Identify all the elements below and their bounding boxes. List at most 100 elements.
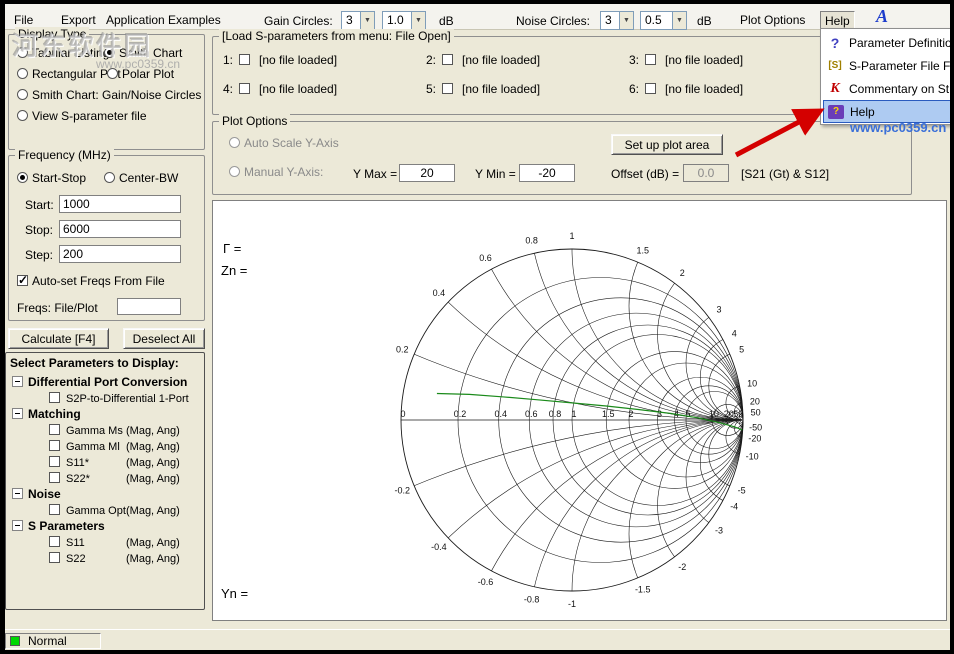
collapse-minus-icon[interactable] — [12, 520, 23, 531]
svg-text:10: 10 — [747, 379, 757, 389]
radio-icon[interactable] — [104, 47, 115, 58]
step-field[interactable] — [59, 245, 181, 263]
radio-icon[interactable] — [104, 172, 115, 183]
radio-label: Center-BW — [119, 171, 178, 185]
tree-group-differential-port-conversion[interactable]: Differential Port Conversion — [6, 375, 204, 390]
chevron-down-icon[interactable]: ▼ — [360, 11, 375, 30]
radio-center-bw[interactable]: Center-BW — [104, 170, 178, 185]
radio-rectangular-plot[interactable]: Rectangular Plot — [17, 66, 121, 81]
collapse-minus-icon[interactable] — [12, 376, 23, 387]
menu-item-application-examples[interactable]: Application Examples — [102, 11, 225, 29]
checkbox-icon[interactable] — [49, 392, 60, 403]
radio-icon[interactable] — [17, 68, 28, 79]
readout-yn: Yn = — [221, 586, 248, 601]
slot-status: [no file loaded] — [462, 53, 540, 67]
radio-icon[interactable] — [17, 47, 28, 58]
tree-item-gamma-opt[interactable]: Gamma Opt (Mag, Ang) — [6, 503, 204, 518]
tree-item-s11-conj[interactable]: S11* (Mag, Ang) — [6, 455, 204, 470]
radio-smith-gain-noise-circles[interactable]: Smith Chart: Gain/Noise Circles — [17, 87, 201, 102]
radio-icon[interactable] — [17, 110, 28, 121]
slot-checkbox[interactable] — [442, 83, 453, 94]
checkbox-icon[interactable] — [17, 275, 28, 286]
slot-checkbox[interactable] — [442, 54, 453, 65]
freqs-file-plot-label: Freqs: File/Plot — [17, 301, 98, 315]
slot-status: [no file loaded] — [665, 82, 743, 96]
tree-item-s22-conj[interactable]: S22* (Mag, Ang) — [6, 471, 204, 486]
slot-checkbox[interactable] — [645, 54, 656, 65]
svg-text:-20: -20 — [748, 433, 761, 443]
chevron-down-icon[interactable]: ▼ — [619, 11, 634, 30]
ymin-field[interactable] — [519, 164, 575, 182]
help-menu-item-s-parameter-file[interactable]: [S] S-Parameter File F — [823, 54, 954, 77]
autoset-freqs-checkbox[interactable]: Auto-set Freqs From File — [17, 273, 165, 288]
auto-scale-radio[interactable]: Auto Scale Y-Axis — [229, 135, 339, 150]
checkbox-icon[interactable] — [49, 504, 60, 515]
stop-field[interactable] — [59, 220, 181, 238]
tree-item-s22[interactable]: S22 (Mag, Ang) — [6, 551, 204, 566]
chevron-down-icon[interactable]: ▼ — [672, 11, 687, 30]
tree-item-s2p-to-differential[interactable]: S2P-to-Differential 1-Port — [6, 391, 204, 406]
radio-label: Start-Stop — [32, 171, 86, 185]
question-icon: ? — [827, 35, 843, 51]
radio-icon[interactable] — [17, 172, 28, 183]
radio-icon[interactable] — [107, 68, 118, 79]
window-border-left — [0, 0, 5, 654]
checkbox-icon[interactable] — [49, 424, 60, 435]
manual-yaxis-radio[interactable]: Manual Y-Axis: — [229, 164, 323, 179]
collapse-minus-icon[interactable] — [12, 488, 23, 499]
tree-item-gamma-ms[interactable]: Gamma Ms (Mag, Ang) — [6, 423, 204, 438]
checkbox-icon[interactable] — [49, 552, 60, 563]
radio-start-stop[interactable]: Start-Stop — [17, 170, 86, 185]
start-field[interactable] — [59, 195, 181, 213]
radio-view-s-parameter-file[interactable]: View S-parameter file — [17, 108, 147, 123]
slot-checkbox[interactable] — [239, 54, 250, 65]
gain-db-label: dB — [439, 14, 454, 28]
gain-circles-label: Gain Circles: — [264, 14, 333, 28]
readout-gamma: Γ = — [223, 241, 241, 256]
window-border-top — [0, 0, 954, 4]
menu-item-plot-options[interactable]: Plot Options — [736, 11, 809, 29]
tree-group-s-parameters[interactable]: S Parameters — [6, 519, 204, 534]
menu-item-help[interactable]: Help — [820, 11, 855, 29]
svg-text:0.4: 0.4 — [433, 288, 446, 298]
gain-circles-step-combobox[interactable]: 1.0▼ — [382, 11, 426, 30]
svg-text:3: 3 — [717, 305, 722, 315]
radio-icon[interactable] — [17, 89, 28, 100]
combo-value: 0.5 — [640, 11, 672, 30]
checkbox-icon[interactable] — [49, 536, 60, 547]
radio-smith-chart[interactable]: Smith Chart — [104, 45, 182, 60]
radio-polar-plot[interactable]: Polar Plot — [107, 66, 174, 81]
freqs-file-plot-field[interactable] — [117, 298, 181, 315]
tree-group-noise[interactable]: Noise — [6, 487, 204, 502]
calculate-button[interactable]: Calculate [F4] — [8, 328, 109, 349]
slot-number: 2: — [426, 53, 436, 67]
checkbox-icon[interactable] — [49, 456, 60, 467]
gain-circles-count-combobox[interactable]: 3▼ — [341, 11, 375, 30]
slot-number: 5: — [426, 82, 436, 96]
chevron-down-icon[interactable]: ▼ — [411, 11, 426, 30]
radio-icon[interactable] — [229, 137, 240, 148]
tree-item-gamma-ml[interactable]: Gamma Ml (Mag, Ang) — [6, 439, 204, 454]
noise-circles-count-combobox[interactable]: 3▼ — [600, 11, 634, 30]
deselect-all-button[interactable]: Deselect All — [123, 328, 205, 349]
tree-item-s11[interactable]: S11 (Mag, Ang) — [6, 535, 204, 550]
svg-text:2: 2 — [680, 268, 685, 278]
collapse-minus-icon[interactable] — [12, 408, 23, 419]
file-slot-2: 2: [no file loaded] — [426, 53, 616, 68]
checkbox-icon[interactable] — [49, 472, 60, 483]
application-window: File Export Application Examples Gain Ci… — [0, 0, 954, 654]
slot-number: 1: — [223, 53, 233, 67]
tree-group-matching[interactable]: Matching — [6, 407, 204, 422]
slot-checkbox[interactable] — [239, 83, 250, 94]
slot-checkbox[interactable] — [645, 83, 656, 94]
svg-text:50: 50 — [733, 409, 743, 419]
help-menu-item-parameter-definitions[interactable]: ? Parameter Definitio — [823, 31, 954, 54]
radio-icon[interactable] — [229, 166, 240, 177]
ymax-field[interactable] — [399, 164, 455, 182]
smith-chart: 00.20.40.60.811.523451020500.2-0.20.4-0.… — [213, 201, 946, 620]
noise-circles-step-combobox[interactable]: 0.5▼ — [640, 11, 687, 30]
checkbox-icon[interactable] — [49, 440, 60, 451]
display-type-group: Display Type Tabular Listing Smith Chart… — [8, 34, 205, 150]
svg-text:-3: -3 — [715, 525, 723, 535]
radio-tabular-listing[interactable]: Tabular Listing — [17, 45, 109, 60]
